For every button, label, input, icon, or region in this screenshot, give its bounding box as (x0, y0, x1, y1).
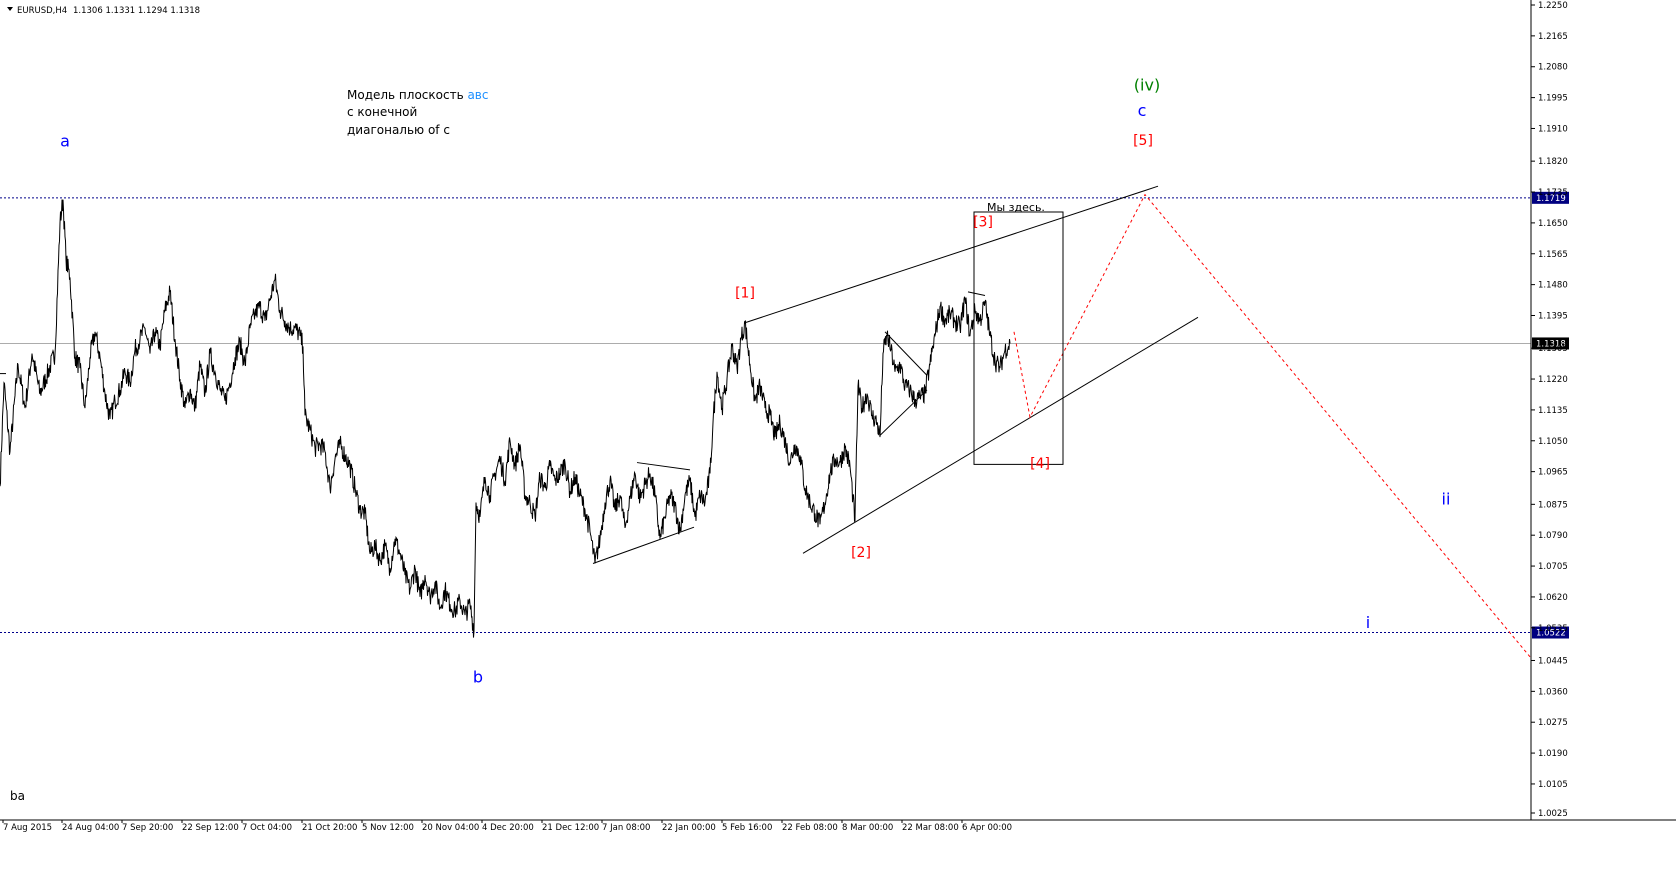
time-tick-label: 7 Oct 04:00 (242, 823, 292, 833)
price-tick-label: 1.1305 (1538, 344, 1568, 354)
time-tick-label: 24 Aug 04:00 (62, 823, 119, 833)
trend-line (879, 389, 928, 436)
time-tick-label: 8 Mar 00:00 (842, 823, 893, 833)
projection-line (1013, 193, 1531, 658)
price-series (0, 199, 1011, 638)
price-line (0, 199, 1011, 638)
projection-path (1013, 193, 1531, 658)
dropdown-triangle-icon[interactable] (7, 7, 13, 11)
chart-header: EURUSD,H4 1.1306 1.1331 1.1294 1.1318 (7, 6, 200, 16)
wave-label: c (1138, 101, 1147, 120)
time-tick-label: 6 Apr 00:00 (962, 823, 1012, 833)
wave-label: ii (1442, 489, 1451, 508)
corner-label: ba (10, 789, 25, 803)
price-tick-label: 1.0620 (1538, 593, 1568, 603)
price-tick-label: 1.0535 (1538, 624, 1568, 634)
price-tick-label: 1.2080 (1538, 63, 1568, 73)
price-tick-label: 1.1995 (1538, 94, 1568, 104)
price-tick-label: 1.1820 (1538, 157, 1568, 167)
annotation-line-1-prefix: Модель плоскость (347, 88, 467, 102)
price-tick-label: 1.1650 (1538, 219, 1568, 229)
wave-label: (iv) (1134, 75, 1160, 94)
trend-line (744, 185, 1159, 324)
wave-label: [5] (1133, 133, 1153, 149)
time-tick-label: 7 Aug 2015 (3, 823, 52, 833)
price-tick-label: 1.0025 (1538, 809, 1568, 819)
wave-label: a (60, 132, 70, 151)
time-tick-label: 22 Mar 08:00 (902, 823, 959, 833)
time-tick-label: 22 Jan 00:00 (662, 823, 716, 833)
price-tick-label: 1.0275 (1538, 718, 1568, 728)
price-tick-label: 1.1480 (1538, 281, 1568, 291)
we-are-here-label: Мы здесь. (987, 201, 1045, 214)
wave-label: [2] (851, 545, 871, 561)
time-tick-label: 7 Jan 08:00 (602, 823, 650, 833)
price-tick-label: 1.0705 (1538, 562, 1568, 572)
wave-label: [3] (973, 215, 993, 231)
annotation-highlight: авс (467, 88, 488, 102)
wave-label: b (473, 667, 483, 686)
we-are-here-rect (973, 211, 1064, 465)
time-tick-label: 22 Sep 12:00 (182, 823, 239, 833)
time-tick-label: 7 Sep 20:00 (122, 823, 173, 833)
time-tick-label: 21 Oct 20:00 (302, 823, 357, 833)
chart-root: 1.1719 1.0522 1.1318 a b c (iv) [5] [1] [2] [3] [4… (0, 0, 1676, 894)
level-lines: 1.17191.05221.1318 (0, 191, 1569, 639)
trend-line (592, 526, 695, 564)
time-tick-label: 5 Nov 12:00 (362, 823, 414, 833)
price-tick-label: 1.1565 (1538, 250, 1568, 260)
trend-line (636, 462, 691, 471)
price-tick-label: 1.2250 (1538, 1, 1568, 11)
time-tick-label: 22 Feb 08:00 (782, 823, 838, 833)
annotation-line-1: Модель плоскость авс (347, 88, 488, 102)
annotation-text: Модель плоскость авс с конечной диагонал… (347, 88, 488, 137)
price-tick-label: 1.0190 (1538, 749, 1568, 759)
price-tick-label: 1.2165 (1538, 32, 1568, 42)
price-tick-label: 1.1220 (1538, 375, 1568, 385)
ohlc-label: 1.1306 1.1331 1.1294 1.1318 (73, 6, 200, 16)
time-tick-label: 5 Feb 16:00 (722, 823, 772, 833)
wave-label: [1] (735, 285, 755, 301)
time-axis: 7 Aug 2015 24 Aug 04:00 7 Sep 20:00 22 Sep … (2, 820, 1012, 833)
price-axis: 1.2250 1.2165 1.2080 1.1995 1.1910 1.1820 1.17… (0, 0, 1676, 821)
price-chart[interactable]: 1.17191.05221.1318 a b c (iv) [5] [1] [2] [3] [4… (0, 0, 1676, 894)
price-tick-label: 1.1135 (1538, 406, 1568, 416)
price-tick-label: 1.1050 (1538, 437, 1568, 447)
we-are-here-box (973, 211, 1064, 465)
price-tick-label: 1.0790 (1538, 531, 1568, 541)
price-tick-label: 1.1735 (1538, 188, 1568, 198)
trend-line (802, 316, 1199, 554)
price-tick-label: 1.0360 (1538, 687, 1568, 697)
price-tick-label: 1.1395 (1538, 311, 1568, 321)
price-tick-label: 1.0875 (1538, 500, 1568, 510)
time-tick-label: 20 Nov 04:00 (422, 823, 479, 833)
annotation-line-2: с конечной (347, 105, 417, 119)
price-tick-label: 1.0445 (1538, 656, 1568, 666)
wave-label: [4] (1030, 456, 1050, 472)
symbol-label: EURUSD,H4 (17, 6, 67, 16)
time-tick-label: 4 Dec 20:00 (482, 823, 534, 833)
wave-labels: abc(iv)[5][1][2][3][4]iii (60, 75, 1450, 686)
price-tick-label: 1.1910 (1538, 124, 1568, 134)
time-tick-label: 21 Dec 12:00 (542, 823, 599, 833)
price-tick-label: 1.0965 (1538, 468, 1568, 478)
trend-line (967, 291, 986, 297)
wave-label: i (1366, 613, 1370, 632)
trend-line (884, 331, 928, 376)
price-tick-label: 1.0105 (1538, 780, 1568, 790)
annotation-line-3: диагональю of c (347, 123, 450, 137)
